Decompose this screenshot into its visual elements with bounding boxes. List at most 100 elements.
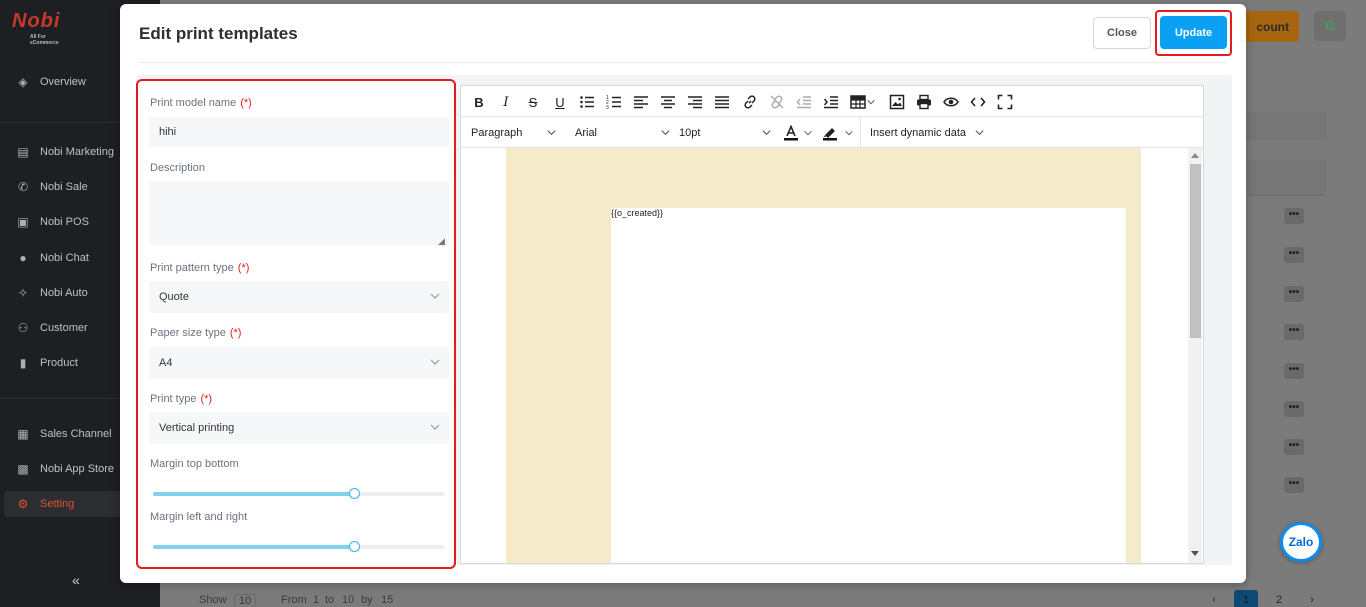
row-action-button[interactable]: ••• [1284,247,1304,263]
numbered-list-icon[interactable]: 123 [604,92,624,112]
logo-tagline: All For eCommerce [30,34,59,46]
row-action-button[interactable]: ••• [1284,208,1304,224]
print-model-name-input[interactable] [149,117,449,147]
sidebar-item-label: Nobi Sale [40,181,88,193]
sidebar-item-nobi-auto[interactable]: ✧ Nobi Auto [16,283,88,303]
row-action-button[interactable]: ••• [1284,324,1304,340]
avatar[interactable]: G [1314,11,1346,41]
link-icon[interactable] [740,92,760,112]
sidebar-item-nobi-marketing[interactable]: ▤ Nobi Marketing [16,142,114,162]
svg-text:3: 3 [606,105,609,110]
preview-icon[interactable] [941,92,961,112]
editor-scrollbar[interactable] [1188,148,1202,563]
collapse-sidebar-icon[interactable]: « [72,572,80,588]
chevron-down-icon [430,359,440,365]
description-textarea[interactable] [149,181,449,245]
paper-size-type-select[interactable]: A4 [149,347,449,379]
editor-canvas[interactable]: {{o_created}} [461,148,1203,563]
sidebar-item-customer[interactable]: ⚇ Customer [16,318,88,338]
shop-icon: ▦ [17,427,29,441]
highlight-color-icon[interactable] [820,123,840,143]
document-content[interactable]: {{o_created}} [611,208,663,218]
fullscreen-icon[interactable] [995,92,1015,112]
margin-left-right-label: Margin left and right [150,511,248,523]
chevron-down-icon[interactable] [842,123,856,143]
justify-icon[interactable] [712,92,732,112]
sidebar-item-nobi-app-store[interactable]: ▩ Nobi App Store [16,459,114,479]
table-header [1246,160,1326,196]
sidebar-item-sales-channel[interactable]: ▦ Sales Channel [16,424,111,444]
font-family-select[interactable]: Arial [575,124,671,142]
code-icon[interactable] [968,92,988,112]
description-label: Description [150,162,206,174]
logo[interactable]: Nobi All For eCommerce [12,10,72,46]
sidebar-item-label: Overview [40,76,86,88]
font-size-select[interactable]: 10pt [679,124,775,142]
gear-icon: ⚙ [17,497,29,511]
sidebar-item-nobi-pos[interactable]: ▣ Nobi POS [16,212,89,232]
margin-top-bottom-slider[interactable] [153,488,445,499]
page-size-select[interactable]: 10 [234,594,257,607]
cash-icon: ▣ [17,215,29,229]
editor-format-toolbar: Paragraph Arial 10pt Insert dynamic data [461,117,1203,148]
print-type-select[interactable]: Vertical printing [149,412,449,444]
to-value: 10 [342,594,355,606]
align-left-icon[interactable] [631,92,651,112]
document-page[interactable]: {{o_created}} [611,208,1126,563]
required-mark: (*) [229,327,242,339]
block-format-select[interactable]: Paragraph [471,124,567,142]
sidebar-item-nobi-sale[interactable]: ✆ Nobi Sale [16,177,88,197]
unlink-icon[interactable] [767,92,787,112]
image-icon[interactable] [887,92,907,112]
italic-icon[interactable]: I [496,92,516,112]
align-right-icon[interactable] [685,92,705,112]
margin-left-right-slider[interactable] [153,541,445,552]
close-button[interactable]: Close [1093,17,1151,49]
scroll-down-icon[interactable] [1191,551,1199,556]
print-icon[interactable] [914,92,934,112]
slider-thumb[interactable] [349,541,360,552]
align-center-icon[interactable] [658,92,678,112]
print-type-label: Print type (*) [150,393,213,405]
sidebar-item-product[interactable]: ▮ Product [16,353,78,373]
sidebar-item-overview[interactable]: ◈ Overview [16,72,86,92]
zalo-chat-button[interactable]: Zalo [1280,522,1322,562]
show-label: Show [199,594,227,606]
text-color-icon[interactable] [781,123,801,143]
sidebar-item-label: Nobi Auto [40,287,88,299]
template-settings-form: Print model name(*) Description ◢ Print … [136,79,456,569]
indent-icon[interactable] [821,92,841,112]
scroll-up-icon[interactable] [1191,153,1199,158]
bold-icon[interactable]: B [469,92,489,112]
update-button[interactable]: Update [1160,16,1227,49]
underline-icon[interactable]: U [550,92,570,112]
chevron-down-icon [975,130,984,136]
row-action-button[interactable]: ••• [1284,401,1304,417]
sidebar-item-nobi-chat[interactable]: ● Nobi Chat [16,248,89,268]
next-page-icon[interactable]: › [1300,590,1324,607]
resize-grip-icon[interactable]: ◢ [438,237,447,246]
row-action-button[interactable]: ••• [1284,477,1304,493]
row-action-button[interactable]: ••• [1284,286,1304,302]
chevron-down-icon[interactable] [864,92,878,112]
select-value: A4 [159,357,173,369]
row-action-button[interactable]: ••• [1284,439,1304,455]
slider-thumb[interactable] [349,488,360,499]
phone-icon: ✆ [17,180,29,194]
page-2-button[interactable]: 2 [1267,590,1291,607]
chevron-down-icon[interactable] [801,123,815,143]
outdent-icon[interactable] [794,92,814,112]
sidebar-item-label: Nobi App Store [40,463,114,475]
slider-fill [153,492,354,496]
chevron-down-icon [430,293,440,299]
prev-page-icon[interactable]: ‹ [1202,590,1226,607]
insert-dynamic-data-menu[interactable]: Insert dynamic data [870,124,985,142]
print-pattern-type-select[interactable]: Quote [149,281,449,313]
bullet-list-icon[interactable] [577,92,597,112]
scrollbar-thumb[interactable] [1190,164,1201,338]
strikethrough-icon[interactable]: S [523,92,543,112]
page-1-button[interactable]: 1 [1234,590,1258,607]
to-label: to [325,594,335,606]
sidebar-item-setting[interactable]: ⚙ Setting [16,494,75,514]
row-action-button[interactable]: ••• [1284,363,1304,379]
